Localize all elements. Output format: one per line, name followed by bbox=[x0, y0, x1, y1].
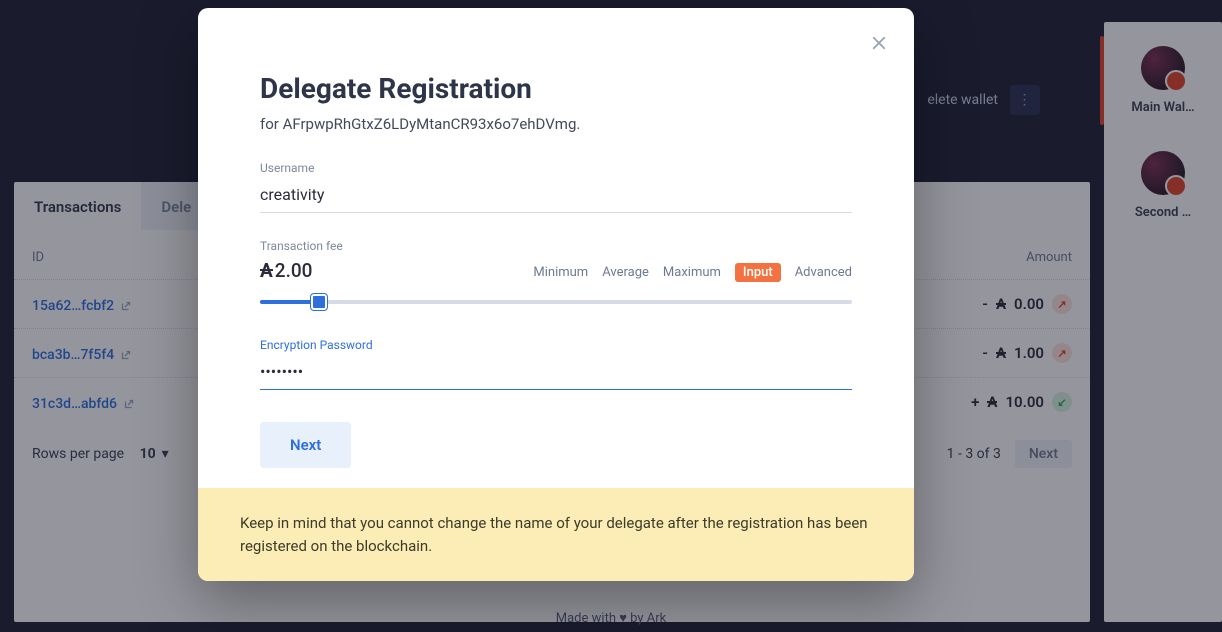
fee-label: Transaction fee bbox=[260, 239, 852, 253]
password-field-group: Encryption Password bbox=[260, 338, 852, 390]
modal-title: Delegate Registration bbox=[260, 72, 852, 105]
username-field-group: Username bbox=[260, 161, 852, 213]
fee-field-group: Transaction fee 2.00 Minimum Average Max… bbox=[260, 239, 852, 312]
fee-slider[interactable] bbox=[260, 292, 852, 312]
slider-track bbox=[260, 300, 852, 304]
fee-advanced-button[interactable]: Advanced bbox=[795, 265, 852, 280]
fee-minimum-button[interactable]: Minimum bbox=[533, 265, 588, 280]
fee-amount: 2.00 bbox=[275, 259, 313, 282]
fee-preset-options: Minimum Average Maximum Input Advanced bbox=[533, 263, 852, 282]
username-input[interactable] bbox=[260, 181, 852, 213]
delegate-registration-modal: Delegate Registration for AFrpwpRhGtxZ6L… bbox=[198, 8, 914, 581]
fee-average-button[interactable]: Average bbox=[602, 265, 649, 280]
modal-subtitle: for AFrpwpRhGtxZ6LDyMtanCR93x6o7ehDVmg. bbox=[260, 115, 852, 133]
password-label: Encryption Password bbox=[260, 338, 852, 352]
slider-thumb-icon[interactable] bbox=[311, 294, 327, 310]
ark-symbol-icon bbox=[260, 259, 273, 282]
next-button[interactable]: Next bbox=[260, 422, 351, 468]
warning-banner: Keep in mind that you cannot change the … bbox=[198, 488, 914, 581]
close-button[interactable] bbox=[870, 34, 888, 52]
fee-input-button[interactable]: Input bbox=[735, 263, 781, 282]
password-input[interactable] bbox=[260, 358, 852, 390]
username-label: Username bbox=[260, 161, 852, 175]
fee-value: 2.00 bbox=[260, 259, 312, 282]
fee-maximum-button[interactable]: Maximum bbox=[663, 265, 721, 280]
